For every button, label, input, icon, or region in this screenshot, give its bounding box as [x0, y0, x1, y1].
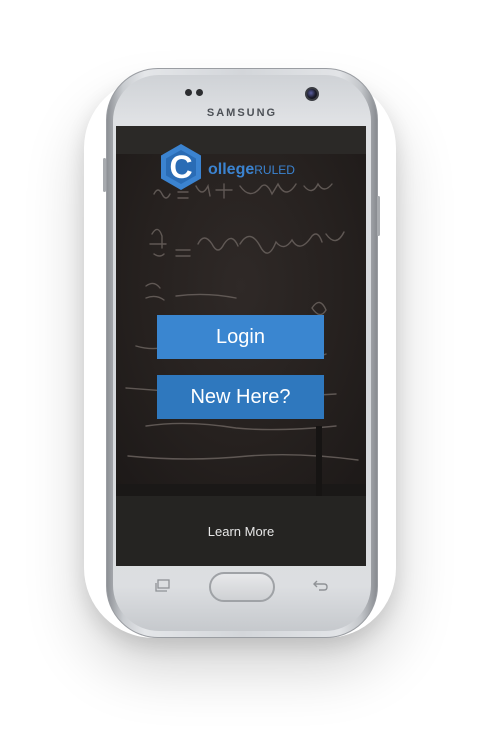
recent-apps-icon[interactable] [155, 579, 171, 593]
device-brand: SAMSUNG [206, 107, 278, 119]
logo-word-bold: ollege [208, 161, 255, 178]
front-camera [305, 87, 319, 101]
home-button[interactable] [209, 572, 275, 602]
login-button[interactable]: Login [157, 315, 324, 359]
back-icon[interactable] [312, 579, 328, 593]
volume-button [103, 158, 106, 192]
logo-wordmark: ollegeRULED [208, 161, 295, 179]
power-button [377, 196, 380, 236]
logo-letter: C [169, 149, 193, 185]
sensor-dot-right [196, 89, 203, 96]
logo-word-light: RULED [254, 163, 295, 177]
sensor-dot-left [185, 89, 192, 96]
app-logo: C ollegeRULED [156, 142, 356, 192]
app-screen: C ollegeRULED Login New Here? Learn More [116, 126, 366, 566]
learn-more-link[interactable]: Learn More [116, 524, 366, 539]
new-here-button[interactable]: New Here? [157, 375, 324, 419]
